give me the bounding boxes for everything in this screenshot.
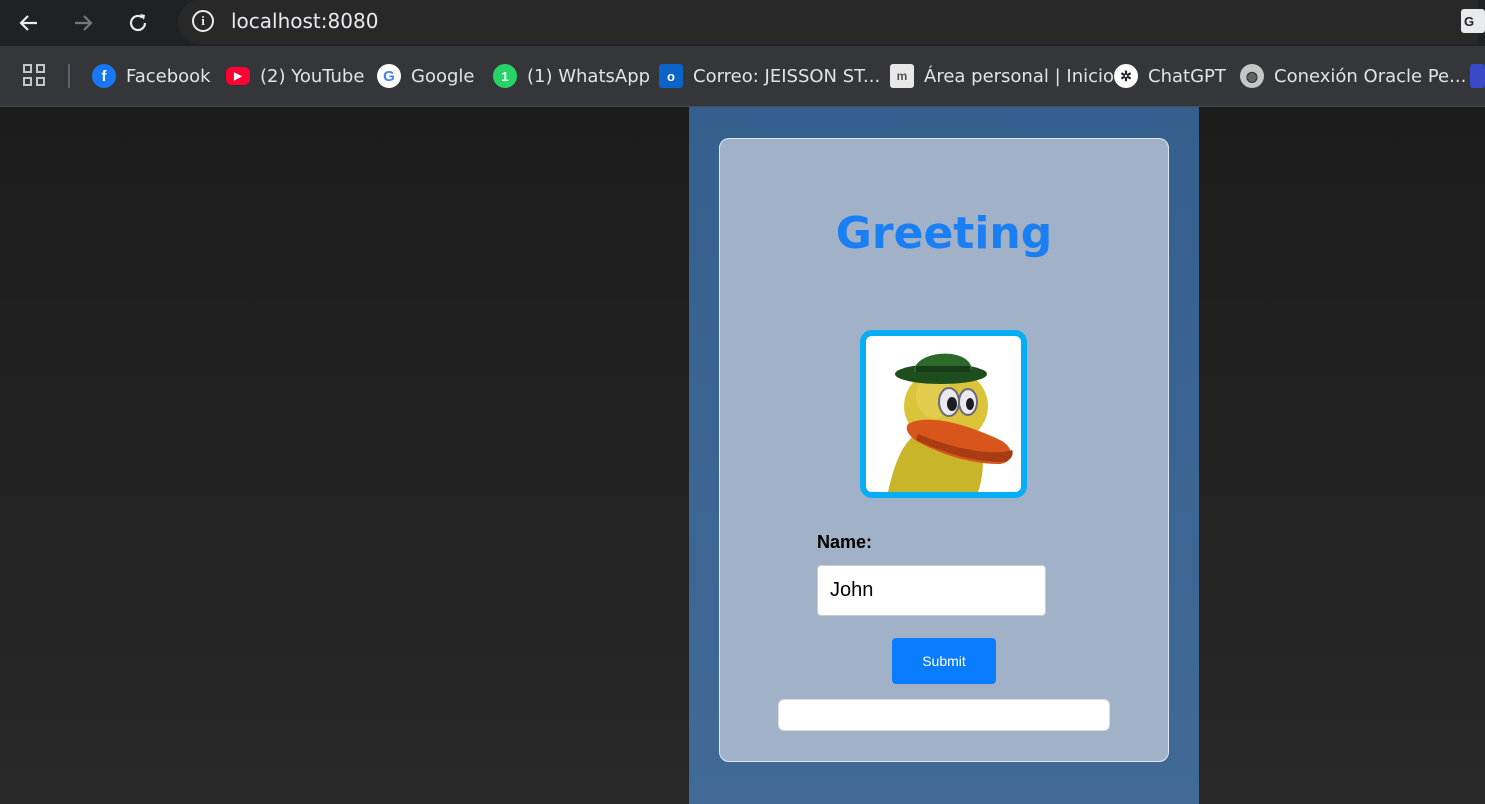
whatsapp-icon: 1 xyxy=(493,64,517,88)
bookmark-label: Facebook xyxy=(126,65,211,87)
translate-icon[interactable]: G xyxy=(1461,9,1485,33)
greeting-output xyxy=(778,699,1110,731)
submit-button[interactable]: Submit xyxy=(892,638,996,684)
bookmark-overflow[interactable] xyxy=(1470,63,1485,89)
bookmark-label: Google xyxy=(411,65,475,87)
outlook-icon: o xyxy=(659,64,683,88)
site-info-icon[interactable]: i xyxy=(192,10,214,32)
back-arrow-icon xyxy=(19,15,37,31)
google-icon: G xyxy=(377,64,401,88)
forward-button[interactable] xyxy=(68,8,98,38)
duck-avatar-image xyxy=(866,336,1021,492)
browser-toolbar: i localhost:8080 G xyxy=(0,0,1485,46)
bookmark-youtube[interactable]: ▶ (2) YouTube xyxy=(226,63,364,89)
reload-icon xyxy=(129,14,147,32)
bookmark-area-personal[interactable]: m Área personal | Inicio xyxy=(890,63,1114,89)
globe-icon: ◍ xyxy=(1240,64,1264,88)
apps-grid-icon[interactable] xyxy=(23,64,47,88)
bookmark-google[interactable]: G Google xyxy=(377,63,474,89)
avatar xyxy=(860,330,1027,498)
bookmark-facebook[interactable]: f Facebook xyxy=(92,63,211,89)
page-title: Greeting xyxy=(835,208,1053,259)
chatgpt-icon: ✲ xyxy=(1114,64,1138,88)
bookmark-label: ChatGPT xyxy=(1148,65,1226,87)
bookmark-label: (2) YouTube xyxy=(260,65,365,87)
bookmark-oracle[interactable]: ◍ Conexión Oracle Pe... xyxy=(1240,63,1466,89)
bookmark-label: Correo: JEISSON ST... xyxy=(693,65,881,87)
url-text[interactable]: localhost:8080 xyxy=(231,9,378,33)
moodle-icon: m xyxy=(890,64,914,88)
back-button[interactable] xyxy=(14,8,44,38)
bookmark-whatsapp[interactable]: 1 (1) WhatsApp xyxy=(493,63,650,89)
bookmark-label: Área personal | Inicio xyxy=(924,65,1115,87)
forward-arrow-icon xyxy=(75,15,93,31)
bookmark-app-icon xyxy=(1470,64,1485,88)
bookmark-label: (1) WhatsApp xyxy=(527,65,651,87)
bookmarks-divider xyxy=(68,64,70,88)
bookmark-label: Conexión Oracle Pe... xyxy=(1274,65,1467,87)
name-input[interactable] xyxy=(817,565,1046,616)
facebook-icon: f xyxy=(92,64,116,88)
bookmark-chatgpt[interactable]: ✲ ChatGPT xyxy=(1114,63,1226,89)
youtube-icon: ▶ xyxy=(226,67,250,85)
name-label: Name: xyxy=(817,532,873,552)
reload-button[interactable] xyxy=(123,8,153,38)
bookmark-outlook[interactable]: o Correo: JEISSON ST... xyxy=(659,63,880,89)
